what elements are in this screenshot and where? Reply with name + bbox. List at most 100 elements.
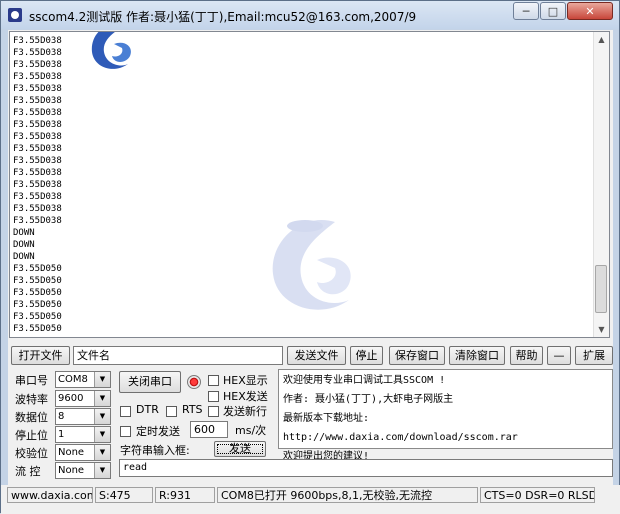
output-scrollbar[interactable]: ▲ ▼ [593,32,609,337]
receive-text: F3.55D038 F3.55D038 F3.55D038 F3.55D038 F3.5… [13,35,62,335]
hex-send-label: HEX发送 [223,390,268,403]
output-line: F3.55D038 [13,204,62,214]
status-bar: www.daxia.com S:475 R:931 COM8已打开 9600bp… [1,485,620,514]
chevron-down-icon[interactable]: ▼ [94,372,110,387]
welcome-info-panel: 欢迎使用专业串口调试工具SSCOM ! 作者: 聂小猛(丁丁),大虾电子网版主 … [278,369,613,462]
output-line: DOWN [13,252,35,262]
output-line: F3.55D038 [13,192,62,202]
open-file-button[interactable]: 打开文件 [11,346,70,365]
scroll-up-arrow-icon[interactable]: ▲ [594,32,609,47]
output-line: F3.55D038 [13,144,62,154]
send-newline-label: 发送新行 [223,405,267,418]
chevron-down-icon[interactable]: ▼ [94,445,110,460]
collapse-button[interactable]: — [547,346,571,365]
output-line: F3.55D038 [13,36,62,46]
output-line: F3.55D050 [13,264,62,274]
close-button[interactable]: ✕ [567,2,613,20]
output-line: F3.55D050 [13,276,62,286]
port-settings-panel: 串口号 COM8 ▼ 波特率 9600 ▼ 数据位 8 ▼ 停止位 1 ▼ 校验位 No… [9,369,613,481]
chevron-down-icon[interactable]: ▼ [94,409,110,424]
close-port-button[interactable]: 关闭串口 [119,371,181,393]
stop-button[interactable]: 停止 [350,346,383,365]
send-button[interactable]: 发送 [214,441,266,457]
hex-display-label: HEX显示 [223,374,268,387]
port-select[interactable]: COM8 ▼ [55,371,111,388]
window-title: sscom4.2测试版 作者:聂小猛(丁丁),Email:mcu52@163.c… [29,10,417,24]
output-line: F3.55D050 [13,312,62,322]
stopbits-label: 停止位 [15,429,48,442]
hex-send-checkbox[interactable] [208,391,219,402]
scroll-thumb[interactable] [595,265,607,313]
string-input-label: 字符串输入框: [120,444,190,457]
expand-button[interactable]: 扩展 [575,346,613,365]
status-port-state: COM8已打开 9600bps,8,1,无校验,无流控 [217,487,478,503]
output-line: F3.55D038 [13,132,62,142]
rts-checkbox[interactable] [166,406,177,417]
baud-value: 9600 [58,393,84,404]
stopbits-select[interactable]: 1 ▼ [55,426,111,443]
parity-select[interactable]: None ▼ [55,444,111,461]
output-line: F3.55D038 [13,216,62,226]
send-newline-checkbox[interactable] [208,406,219,417]
clear-window-button[interactable]: 清除窗口 [449,346,505,365]
status-received-count[interactable]: R:931 [155,487,215,503]
help-button[interactable]: 帮助 [510,346,543,365]
client-area: F3.55D038 F3.55D038 F3.55D038 F3.55D038 F3.5… [8,30,613,506]
output-line: F3.55D038 [13,72,62,82]
status-sent-count[interactable]: S:475 [95,487,153,503]
minimize-button[interactable]: ─ [513,2,539,20]
parity-label: 校验位 [15,447,48,460]
info-line: 最新版本下载地址: [283,413,370,424]
info-line: 欢迎使用专业串口调试工具SSCOM ! [283,375,446,386]
output-line: F3.55D038 [13,108,62,118]
chevron-down-icon[interactable]: ▼ [94,427,110,442]
info-line: 作者: 聂小猛(丁丁),大虾电子网版主 [283,394,454,405]
app-icon [8,8,22,22]
send-string-input[interactable]: read [119,459,613,477]
output-line: F3.55D038 [13,48,62,58]
port-status-led-icon [187,375,201,389]
flow-select[interactable]: None ▼ [55,462,111,479]
output-line: F3.55D038 [13,156,62,166]
interval-input[interactable]: 600 [190,421,228,438]
app-window: sscom4.2测试版 作者:聂小猛(丁丁),Email:mcu52@163.c… [0,0,620,514]
hex-display-checkbox[interactable] [208,375,219,386]
output-line: F3.55D038 [13,180,62,190]
databits-label: 数据位 [15,411,48,424]
output-line: F3.55D038 [13,60,62,70]
flow-label: 流 控 [15,465,41,478]
stopbits-value: 1 [58,429,65,440]
rts-label: RTS [182,403,203,416]
scroll-down-arrow-icon[interactable]: ▼ [594,322,609,337]
databits-select[interactable]: 8 ▼ [55,408,111,425]
port-value: COM8 [58,374,88,385]
baud-label: 波特率 [15,393,48,406]
download-link[interactable]: http://www.daxia.com/download/sscom.rar [283,428,612,447]
output-line: F3.55D050 [13,324,62,334]
port-label: 串口号 [15,374,48,387]
chevron-down-icon[interactable]: ▼ [94,463,110,478]
title-bar[interactable]: sscom4.2测试版 作者:聂小猛(丁丁),Email:mcu52@163.c… [1,1,619,29]
chevron-down-icon[interactable]: ▼ [94,391,110,406]
dtr-label: DTR [136,403,159,416]
output-line: F3.55D050 [13,288,62,298]
flow-value: None [58,465,85,476]
status-signals: CTS=0 DSR=0 RLSD [480,487,595,503]
receive-output[interactable]: F3.55D038 F3.55D038 F3.55D038 F3.55D038 F3.5… [9,31,610,338]
maximize-button[interactable]: □ [540,2,566,20]
status-site: www.daxia.com [7,487,93,503]
baud-select[interactable]: 9600 ▼ [55,390,111,407]
output-line: F3.55D038 [13,120,62,130]
save-window-button[interactable]: 保存窗口 [389,346,445,365]
databits-value: 8 [58,411,65,422]
output-line: DOWN [13,228,35,238]
send-file-button[interactable]: 发送文件 [287,346,346,365]
parity-value: None [58,447,85,458]
dtr-checkbox[interactable] [120,406,131,417]
timed-send-checkbox[interactable] [120,426,131,437]
output-line: DOWN [13,240,35,250]
output-line: F3.55D038 [13,96,62,106]
daxia-watermark-icon [272,220,351,310]
file-name-input[interactable]: 文件名 [73,346,283,365]
timed-send-label: 定时发送 [136,425,180,438]
